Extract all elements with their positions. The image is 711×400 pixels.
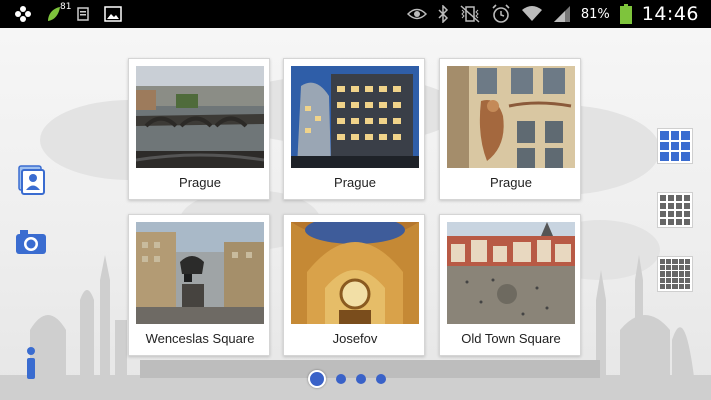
info-button[interactable] [14,346,48,380]
photo-old-town-square [447,222,575,324]
status-bar: 81 81% 14:46 [0,0,711,28]
page-dot[interactable] [308,370,326,388]
alarm-icon [491,0,511,28]
card-caption: Wenceslas Square [145,331,255,346]
photo-painted-facade [447,66,575,168]
camera-button[interactable] [14,225,48,259]
grid-5x5-view-button[interactable] [657,256,693,292]
grid-4x4-view-button[interactable] [657,192,693,228]
gallery-card[interactable]: Josefov [283,214,425,356]
storage-icon [76,0,90,28]
eye-icon [406,0,427,28]
clock: 14:46 [641,3,699,25]
card-caption: Prague [490,175,532,190]
card-caption: Prague [334,175,376,190]
gallery-icon [104,0,122,28]
bluetooth-icon [437,0,449,28]
leaf-badge: 81 [60,2,72,12]
battery-percent: 81% [580,6,610,22]
battery-icon [619,0,632,28]
leaf-icon: 81 [46,0,71,28]
page-dot[interactable] [376,374,386,384]
card-caption: Old Town Square [461,331,561,346]
info-icon [27,347,35,379]
page-dot[interactable] [336,374,346,384]
contacts-photo-icon [18,165,45,195]
photo-wenceslas-square [136,222,264,324]
card-caption: Prague [179,175,221,190]
photo-dancing-house [291,66,419,168]
page-dot[interactable] [356,374,366,384]
puzzle-icon [14,0,32,28]
photo-charles-bridge [136,66,264,168]
vibrate-icon [459,0,481,28]
card-caption: Josefov [332,331,378,346]
page-indicator [308,370,386,388]
gallery-card[interactable]: Prague [439,58,581,200]
contacts-photo-button[interactable] [14,163,48,197]
grid-3x3-view-button[interactable] [657,128,693,164]
gallery-card[interactable]: Prague [283,58,425,200]
gallery-card[interactable]: Wenceslas Square [128,214,270,356]
signal-icon [553,0,571,28]
photo-josefov-synagogue [291,222,419,324]
wifi-icon [521,0,543,28]
gallery-card[interactable]: Old Town Square [439,214,581,356]
gallery-card[interactable]: Prague [128,58,270,200]
camera-icon [16,230,46,254]
